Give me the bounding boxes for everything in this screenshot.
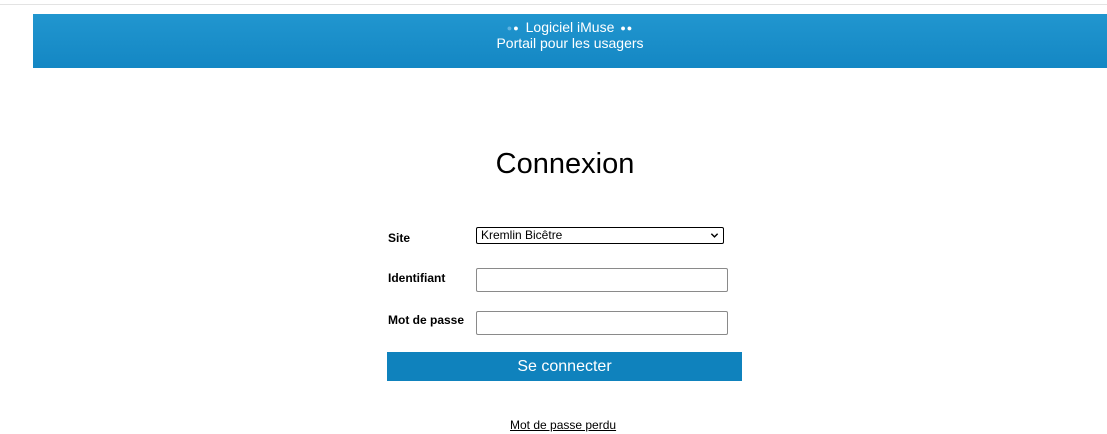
identifier-input[interactable] bbox=[476, 268, 728, 292]
site-label: Site bbox=[388, 231, 411, 245]
identifier-label: Identifiant bbox=[388, 271, 446, 285]
banner-title-row: ●● Logiciel iMuse ●● bbox=[33, 20, 1107, 36]
banner-subtitle: Portail pour les usagers bbox=[496, 35, 644, 51]
lost-password-link[interactable]: Mot de passe perdu bbox=[510, 418, 616, 432]
password-label: Mot de passe bbox=[388, 313, 465, 327]
decor-dots-left: ●● bbox=[506, 23, 520, 33]
site-select[interactable]: Kremlin Bicêtre bbox=[476, 227, 724, 244]
login-button[interactable]: Se connecter bbox=[387, 352, 742, 381]
header-banner: ●● Logiciel iMuse ●● Portail pour les usag… bbox=[33, 14, 1107, 68]
page-title: Connexion bbox=[495, 148, 635, 180]
chevron-down-icon bbox=[710, 233, 719, 238]
top-divider bbox=[0, 4, 1107, 5]
decor-dots-right: ●● bbox=[620, 23, 634, 33]
password-input[interactable] bbox=[476, 311, 728, 335]
site-select-value: Kremlin Bicêtre bbox=[481, 228, 563, 242]
app-name: Logiciel iMuse bbox=[525, 19, 615, 35]
